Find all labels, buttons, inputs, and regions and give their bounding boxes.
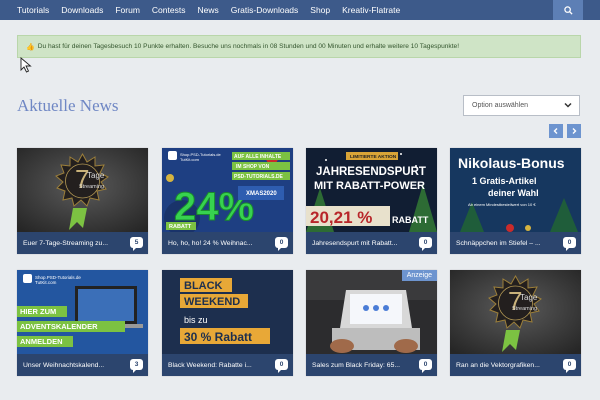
news-card-caption[interactable]: Sales zum Black Friday: 65... xyxy=(306,354,437,376)
comment-count-badge: 0 xyxy=(419,237,432,251)
streaming-badge-line: Tage xyxy=(87,171,105,180)
nav-item-gratis-downloads[interactable]: Gratis-Downloads xyxy=(231,5,299,15)
search-button[interactable] xyxy=(553,0,583,20)
chevron-down-icon xyxy=(564,102,572,108)
points-notice-text: Du hast für deinen Tagesbesuch 10 Punkte… xyxy=(37,43,460,50)
nav-item-downloads[interactable]: Downloads xyxy=(61,5,103,15)
news-card-black-weekend[interactable]: BLACK WEEKEND bis zu 30 % Rabatt Black W… xyxy=(162,270,293,376)
shop-name-2: TutKit.com xyxy=(35,280,57,285)
news-card-caption[interactable]: Ho, ho, ho! 24 % Weihnac... xyxy=(162,232,293,254)
black-weekend-line-2: WEEKEND xyxy=(184,296,240,308)
news-card-image[interactable]: Shop.PSD-Tutorials.de TutKit.com AUF ALL… xyxy=(162,148,293,232)
comment-count-badge: 3 xyxy=(130,359,143,373)
news-card-image[interactable]: 7 Tage Streaming xyxy=(450,270,581,354)
shop-name-2: TutKit.com xyxy=(180,157,200,162)
promo-tag-2: IM SHOP VON xyxy=(236,164,270,170)
news-card-caption[interactable]: Schnäppchen im Stiefel – ... xyxy=(450,232,581,254)
points-notice: 👍 Du hast für deinen Tagesbesuch 10 Punk… xyxy=(17,35,581,58)
news-card-image[interactable]: BLACK WEEKEND bis zu 30 % Rabatt xyxy=(162,270,293,354)
news-card-image[interactable]: 7 Tage Streaming xyxy=(17,148,148,232)
option-select-value: Option auswählen xyxy=(472,102,529,109)
nav-item-contests[interactable]: Contests xyxy=(152,5,186,15)
promo-tag-1: AUF ALLE INHALTE xyxy=(234,154,282,160)
news-card-image[interactable]: Shop.PSD-Tutorials.de TutKit.com HIER ZU… xyxy=(17,270,148,354)
nav-item-news[interactable]: News xyxy=(197,5,218,15)
comment-count-badge: 0 xyxy=(419,359,432,373)
black-weekend-line-1: BLACK xyxy=(184,280,223,292)
advent-line-1: HIER ZUM xyxy=(20,307,56,316)
comment-count-badge: 0 xyxy=(563,237,576,251)
news-card-vector-graphics[interactable]: 7 Tage Streaming Ran an die Vektorgrafik… xyxy=(450,270,581,376)
option-select[interactable]: Option auswählen xyxy=(463,95,580,116)
black-weekend-line-4: 30 % Rabatt xyxy=(184,330,252,344)
headline-1: JAHRESENDSPURT xyxy=(316,166,426,178)
ad-badge: Anzeige xyxy=(401,270,437,281)
streaming-badge-sub: Streaming xyxy=(79,184,104,190)
top-navigation: Tutorials Downloads Forum Contests News … xyxy=(0,0,600,20)
nikolaus-line-3: deiner Wahl xyxy=(488,188,539,198)
comment-count-badge: 0 xyxy=(563,359,576,373)
streaming-badge-line: Tage xyxy=(520,293,538,302)
page-title: Aktuelle News xyxy=(17,96,119,115)
news-card-streaming[interactable]: 7 Tage Streaming Euer 7-Tage-Streaming z… xyxy=(17,148,148,254)
black-weekend-line-3: bis zu xyxy=(184,315,208,325)
promo-tag-3: PSD-TUTORIALS.DE xyxy=(234,174,283,180)
nikolaus-line-2: 1 Gratis-Artikel xyxy=(472,176,537,186)
shop-logo-icon xyxy=(23,274,32,283)
news-card-black-friday[interactable]: Anzeige Sales zum Black Friday: 65... 0 xyxy=(306,270,437,376)
news-card-caption[interactable]: Unser Weihnachtskalend... xyxy=(17,354,148,376)
nikolaus-line-4: Ab einem Mindestbestellwert von 10 € xyxy=(468,202,536,207)
coupon-code: XMAS2020 xyxy=(246,191,277,197)
news-card-caption[interactable]: Ran an die Vektorgrafiken... xyxy=(450,354,581,376)
nav-item-tutorials[interactable]: Tutorials xyxy=(17,5,49,15)
year-end-percent: 20,21 % xyxy=(310,208,372,227)
limited-tag: LIMITIERTE AKTION xyxy=(350,154,397,160)
carousel-prev-button[interactable] xyxy=(549,124,563,138)
year-end-rabatt: RABATT xyxy=(392,215,429,225)
carousel-next-button[interactable] xyxy=(567,124,581,138)
advent-line-3: ANMELDEN xyxy=(20,337,63,346)
nikolaus-title: Nikolaus-Bonus xyxy=(458,155,565,171)
search-icon xyxy=(563,5,573,15)
headline-2: MIT RABATT-POWER xyxy=(314,180,425,192)
shop-logo-icon xyxy=(168,151,177,160)
news-card-xmas-discount[interactable]: Shop.PSD-Tutorials.de TutKit.com AUF ALL… xyxy=(162,148,293,254)
thumbs-up-icon: 👍 xyxy=(26,43,35,51)
news-card-image[interactable]: Nikolaus-Bonus 1 Gratis-Artikel deiner W… xyxy=(450,148,581,232)
news-card-image[interactable] xyxy=(306,270,437,354)
discount-label: RABATT xyxy=(169,224,192,230)
news-card-nikolaus[interactable]: Nikolaus-Bonus 1 Gratis-Artikel deiner W… xyxy=(450,148,581,254)
streaming-badge-sub: Streaming xyxy=(512,306,537,312)
news-card-caption[interactable]: Jahresendspurt mit Rabatt... xyxy=(306,232,437,254)
nav-item-forum[interactable]: Forum xyxy=(115,5,140,15)
comment-count-badge: 0 xyxy=(275,359,288,373)
news-card-caption[interactable]: Black Weekend: Rabatte i... xyxy=(162,354,293,376)
advent-line-2: ADVENTSKALENDER xyxy=(20,322,98,331)
chevron-right-icon xyxy=(572,128,577,134)
news-card-advent-calendar[interactable]: Shop.PSD-Tutorials.de TutKit.com HIER ZU… xyxy=(17,270,148,376)
comment-count-badge: 0 xyxy=(275,237,288,251)
nav-item-kreativ-flatrate[interactable]: Kreativ-Flatrate xyxy=(342,5,400,15)
news-card-caption[interactable]: Euer 7-Tage-Streaming zu... xyxy=(17,232,148,254)
comment-count-badge: 5 xyxy=(130,237,143,251)
news-card-image[interactable]: LIMITIERTE AKTION JAHRESENDSPURT MIT RAB… xyxy=(306,148,437,232)
news-card-year-end[interactable]: LIMITIERTE AKTION JAHRESENDSPURT MIT RAB… xyxy=(306,148,437,254)
nav-item-shop[interactable]: Shop xyxy=(310,5,330,15)
mouse-cursor-icon xyxy=(20,57,32,73)
chevron-left-icon xyxy=(553,128,558,134)
